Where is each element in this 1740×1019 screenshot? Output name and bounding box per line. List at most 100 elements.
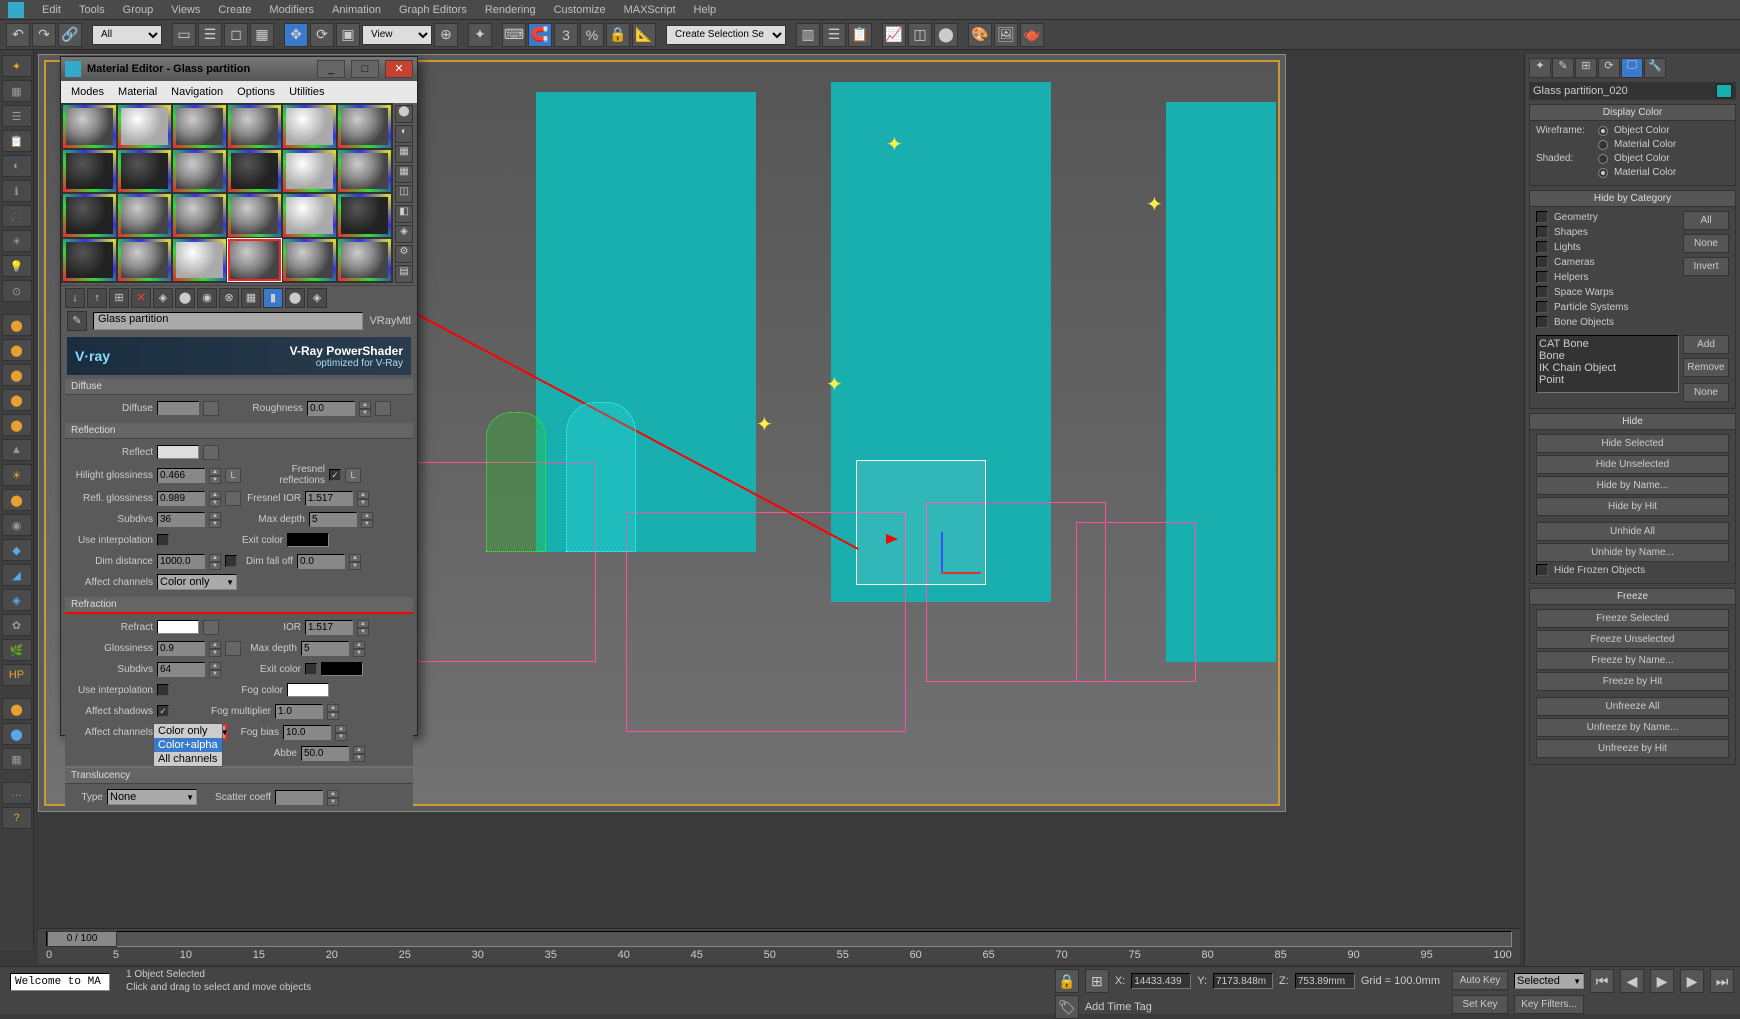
rect-select-button[interactable]: ◻ <box>224 23 248 47</box>
render-button[interactable]: 🫖 <box>1020 23 1044 47</box>
me-tool-icon[interactable]: ◈ <box>153 288 173 308</box>
time-tag-icon[interactable]: 🏷 <box>1055 995 1079 1019</box>
scale-button[interactable]: ▣ <box>336 23 360 47</box>
use-interp-checkbox[interactable] <box>157 684 169 696</box>
left-tool-icon[interactable]: ◈ <box>2 589 32 611</box>
key-filters-button[interactable]: Key Filters... <box>1514 995 1584 1014</box>
modify-tab-icon[interactable]: ✎ <box>1552 58 1574 78</box>
material-name-input[interactable]: Glass partition <box>93 312 363 330</box>
percent-snap-button[interactable]: % <box>580 23 604 47</box>
left-tool-icon[interactable]: ⬤ <box>2 414 32 436</box>
keyboard-shortcut-button[interactable]: ⌨ <box>502 23 526 47</box>
hide-by-name-button[interactable]: Hide by Name... <box>1536 476 1729 495</box>
subdivs-input[interactable]: 36 <box>157 512 205 527</box>
left-tool-icon[interactable]: ◆ <box>2 539 32 561</box>
me-tool-icon[interactable]: ✕ <box>131 288 151 308</box>
play-icon[interactable]: ▶ <box>1650 969 1674 993</box>
rollout-head[interactable]: Hide <box>1530 414 1735 430</box>
spinner-down[interactable]: ▼ <box>327 798 339 806</box>
material-slot[interactable] <box>283 105 336 148</box>
spinner-down[interactable]: ▼ <box>349 562 361 570</box>
shaded-object-radio[interactable] <box>1598 154 1608 164</box>
me-sidetool-icon[interactable]: ◐ <box>395 125 413 143</box>
left-tool-icon[interactable]: 📋 <box>2 130 32 152</box>
hide-selected-button[interactable]: Hide Selected <box>1536 434 1729 453</box>
cameras-checkbox[interactable] <box>1536 256 1548 268</box>
me-tool-icon[interactable]: ↓ <box>65 288 85 308</box>
fresnel-ior-input[interactable]: 1.517 <box>305 491 353 506</box>
spinner-up[interactable]: ▲ <box>209 641 221 649</box>
spinner-up[interactable]: ▲ <box>353 641 365 649</box>
spinner-down[interactable]: ▼ <box>209 520 221 528</box>
fog-color-swatch[interactable] <box>287 683 329 697</box>
spinner-up[interactable]: ▲ <box>361 512 373 520</box>
spinner-down[interactable]: ▼ <box>209 562 221 570</box>
eyedropper-icon[interactable]: ✎ <box>67 311 87 331</box>
curve-editor-button[interactable]: 📈 <box>882 23 906 47</box>
align-button[interactable]: ☰ <box>822 23 846 47</box>
affect-channels-dropdown[interactable]: Color only▼ <box>157 574 237 590</box>
menu-maxscript[interactable]: MAXScript <box>616 2 684 18</box>
menu-animation[interactable]: Animation <box>324 2 389 18</box>
spinner-up[interactable]: ▲ <box>209 491 221 499</box>
rollout-head[interactable]: Diffuse <box>65 379 413 395</box>
spinner-down[interactable]: ▼ <box>357 499 369 507</box>
unhide-by-name-button[interactable]: Unhide by Name... <box>1536 543 1729 562</box>
exit-color-swatch[interactable] <box>287 533 329 547</box>
left-tool-icon[interactable]: 💡 <box>2 255 32 277</box>
left-tool-icon[interactable]: ⊙ <box>2 280 32 302</box>
auto-key-button[interactable]: Auto Key <box>1452 971 1508 990</box>
z-input[interactable] <box>1295 973 1355 989</box>
window-crossing-button[interactable]: ▦ <box>250 23 274 47</box>
freeze-unselected-button[interactable]: Freeze Unselected <box>1536 630 1729 649</box>
unhide-all-button[interactable]: Unhide All <box>1536 522 1729 541</box>
unfreeze-by-name-button[interactable]: Unfreeze by Name... <box>1536 718 1729 737</box>
timeline-handle[interactable]: 0 / 100 <box>47 931 117 947</box>
material-slot[interactable] <box>173 194 226 237</box>
spinner-down[interactable]: ▼ <box>359 409 371 417</box>
me-tool-icon[interactable]: ⊞ <box>109 288 129 308</box>
motion-tab-icon[interactable]: ⟳ <box>1598 58 1620 78</box>
spinner-up[interactable]: ▲ <box>327 704 339 712</box>
spinner-down[interactable]: ▼ <box>357 628 369 636</box>
me-tool-icon[interactable]: ▦ <box>241 288 261 308</box>
material-slot[interactable] <box>228 194 281 237</box>
hilight-gloss-input[interactable]: 0.466 <box>157 468 205 483</box>
menu-edit[interactable]: Edit <box>34 2 69 18</box>
me-sidetool-icon[interactable]: ▦ <box>395 165 413 183</box>
lock-selection-icon[interactable]: 🔒 <box>1055 969 1079 993</box>
material-slot[interactable] <box>173 239 226 282</box>
wireframe-object-radio[interactable] <box>1598 126 1608 136</box>
material-slot[interactable] <box>338 105 391 148</box>
me-tool-icon[interactable]: ⬤ <box>175 288 195 308</box>
rollout-head[interactable]: Hide by Category <box>1530 191 1735 207</box>
left-tool-icon[interactable]: ☀ <box>2 464 32 486</box>
spacewarps-checkbox[interactable] <box>1536 286 1548 298</box>
left-tool-icon[interactable]: ⬤ <box>2 339 32 361</box>
undo-button[interactable]: ↶ <box>6 23 30 47</box>
left-tool-icon[interactable]: ▲ <box>2 439 32 461</box>
window-titlebar[interactable]: Material Editor - Glass partition _ □ ✕ <box>61 57 417 81</box>
list-item[interactable]: CAT Bone <box>1539 338 1676 350</box>
left-tool-icon[interactable]: ⬤ <box>2 364 32 386</box>
mirror-button[interactable]: ▥ <box>796 23 820 47</box>
wireframe-material-radio[interactable] <box>1598 140 1608 150</box>
spinner-down[interactable]: ▼ <box>209 499 221 507</box>
material-slot[interactable] <box>63 239 116 282</box>
left-tool-icon[interactable]: … <box>2 782 32 804</box>
spinner-up[interactable]: ▲ <box>335 725 347 733</box>
angle-snap-button[interactable]: 3 <box>554 23 578 47</box>
map-button[interactable] <box>203 401 219 416</box>
spinner-up[interactable]: ▲ <box>359 401 371 409</box>
unfreeze-all-button[interactable]: Unfreeze All <box>1536 697 1729 716</box>
schematic-button[interactable]: ◫ <box>908 23 932 47</box>
diffuse-swatch[interactable] <box>157 401 199 415</box>
spinner-down[interactable]: ▼ <box>353 754 365 762</box>
map-button[interactable] <box>203 445 219 460</box>
affect-shadows-checkbox[interactable] <box>157 705 169 717</box>
lock-button[interactable]: L <box>345 468 361 483</box>
select-name-button[interactable]: ☰ <box>198 23 222 47</box>
left-tool-icon[interactable]: 🌿 <box>2 639 32 661</box>
list-item[interactable]: IK Chain Object <box>1539 362 1676 374</box>
spinner-up[interactable]: ▲ <box>357 491 369 499</box>
